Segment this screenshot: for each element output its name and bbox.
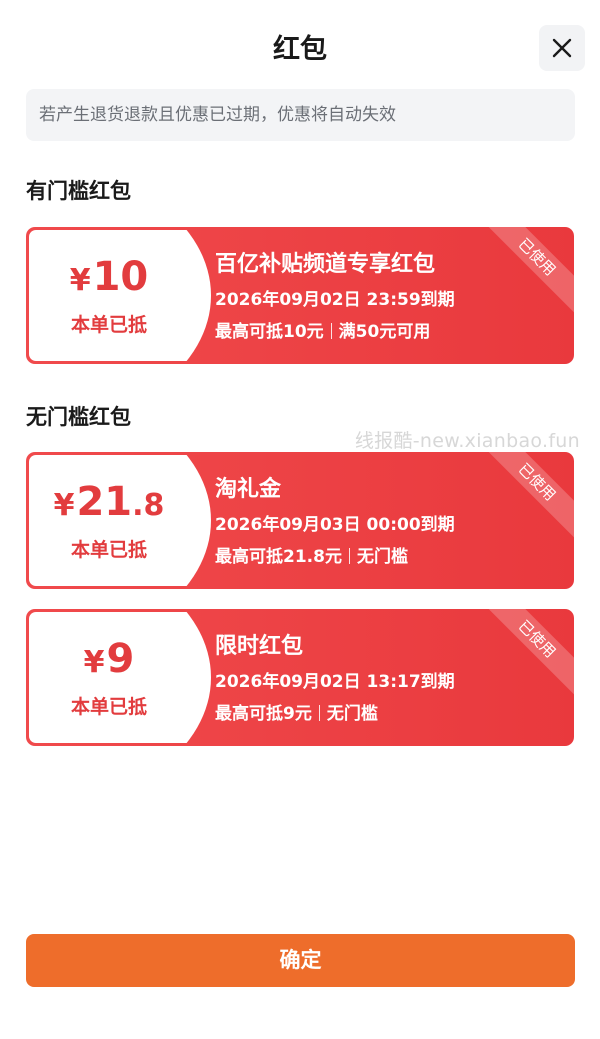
section-title-threshold: 有门槛红包 bbox=[26, 179, 131, 203]
coupon-condition: 满50元可用 bbox=[338, 322, 431, 342]
coupon-name: 百亿补贴频道专享红包 bbox=[215, 252, 436, 277]
coupon-max-deduction: 最高可抵10元 bbox=[215, 322, 324, 342]
red-packet-page: 红包 若产生退货退款且优惠已过期，优惠将自动失效 有门槛红包 ¥10 本单已抵 … bbox=[0, 0, 600, 1039]
coupon-amount: ¥21.8 bbox=[54, 479, 165, 533]
amount-integer: 10 bbox=[92, 254, 149, 300]
coupon-max-deduction: 最高可抵9元 bbox=[215, 704, 312, 724]
amount-integer: 21 bbox=[76, 479, 133, 525]
coupon-expiry: 2026年09月03日 00:00到期 bbox=[215, 515, 455, 535]
coupon-name: 淘礼金 bbox=[215, 477, 282, 502]
coupon-expiry: 2026年09月02日 13:17到期 bbox=[215, 672, 455, 692]
coupon-amount-panel: ¥9 本单已抵 bbox=[29, 612, 211, 743]
divider bbox=[348, 548, 350, 564]
currency-symbol: ¥ bbox=[69, 263, 91, 298]
coupon-amount-panel: ¥10 本单已抵 bbox=[29, 230, 211, 361]
deducted-label: 本单已抵 bbox=[70, 314, 147, 336]
section-title-no-threshold: 无门槛红包 bbox=[26, 405, 131, 429]
coupon-expiry: 2026年09月02日 23:59到期 bbox=[215, 290, 455, 310]
amount-integer: 9 bbox=[106, 636, 135, 682]
divider bbox=[330, 323, 332, 339]
coupon-amount-panel: ¥21.8 本单已抵 bbox=[29, 455, 211, 586]
refund-notice: 若产生退货退款且优惠已过期，优惠将自动失效 bbox=[26, 89, 575, 141]
coupon-card[interactable]: ¥10 本单已抵 百亿补贴频道专享红包 2026年09月02日 23:59到期 … bbox=[26, 227, 574, 364]
coupon-rules: 最高可抵10元 满50元可用 bbox=[215, 319, 430, 345]
amount-decimal: .8 bbox=[132, 488, 165, 523]
coupon-rules: 最高可抵9元 无门槛 bbox=[215, 701, 378, 727]
coupon-card[interactable]: ¥21.8 本单已抵 淘礼金 2026年09月03日 00:00到期 最高可抵2… bbox=[26, 452, 574, 589]
deducted-label: 本单已抵 bbox=[70, 696, 147, 718]
coupon-card[interactable]: ¥9 本单已抵 限时红包 2026年09月02日 13:17到期 最高可抵9元无… bbox=[26, 609, 574, 746]
coupon-max-deduction: 最高可抵21.8元 bbox=[215, 547, 342, 567]
close-button[interactable] bbox=[539, 25, 585, 71]
currency-symbol: ¥ bbox=[83, 645, 105, 680]
coupon-condition: 无门槛 bbox=[356, 547, 408, 567]
coupon-rules: 最高可抵21.8元 无门槛 bbox=[215, 544, 408, 570]
coupon-name: 限时红包 bbox=[215, 634, 304, 659]
deducted-label: 本单已抵 bbox=[70, 539, 147, 561]
currency-symbol: ¥ bbox=[53, 488, 75, 523]
coupon-amount: ¥10 bbox=[70, 254, 149, 308]
divider bbox=[318, 705, 320, 721]
page-title: 红包 bbox=[273, 34, 327, 65]
coupon-condition: 无门槛 bbox=[326, 704, 378, 724]
close-icon bbox=[552, 38, 572, 58]
watermark: 线报酷-new.xianbao.fun bbox=[354, 430, 580, 452]
coupon-amount: ¥9 bbox=[84, 636, 135, 690]
confirm-button[interactable]: 确定 bbox=[26, 934, 575, 987]
